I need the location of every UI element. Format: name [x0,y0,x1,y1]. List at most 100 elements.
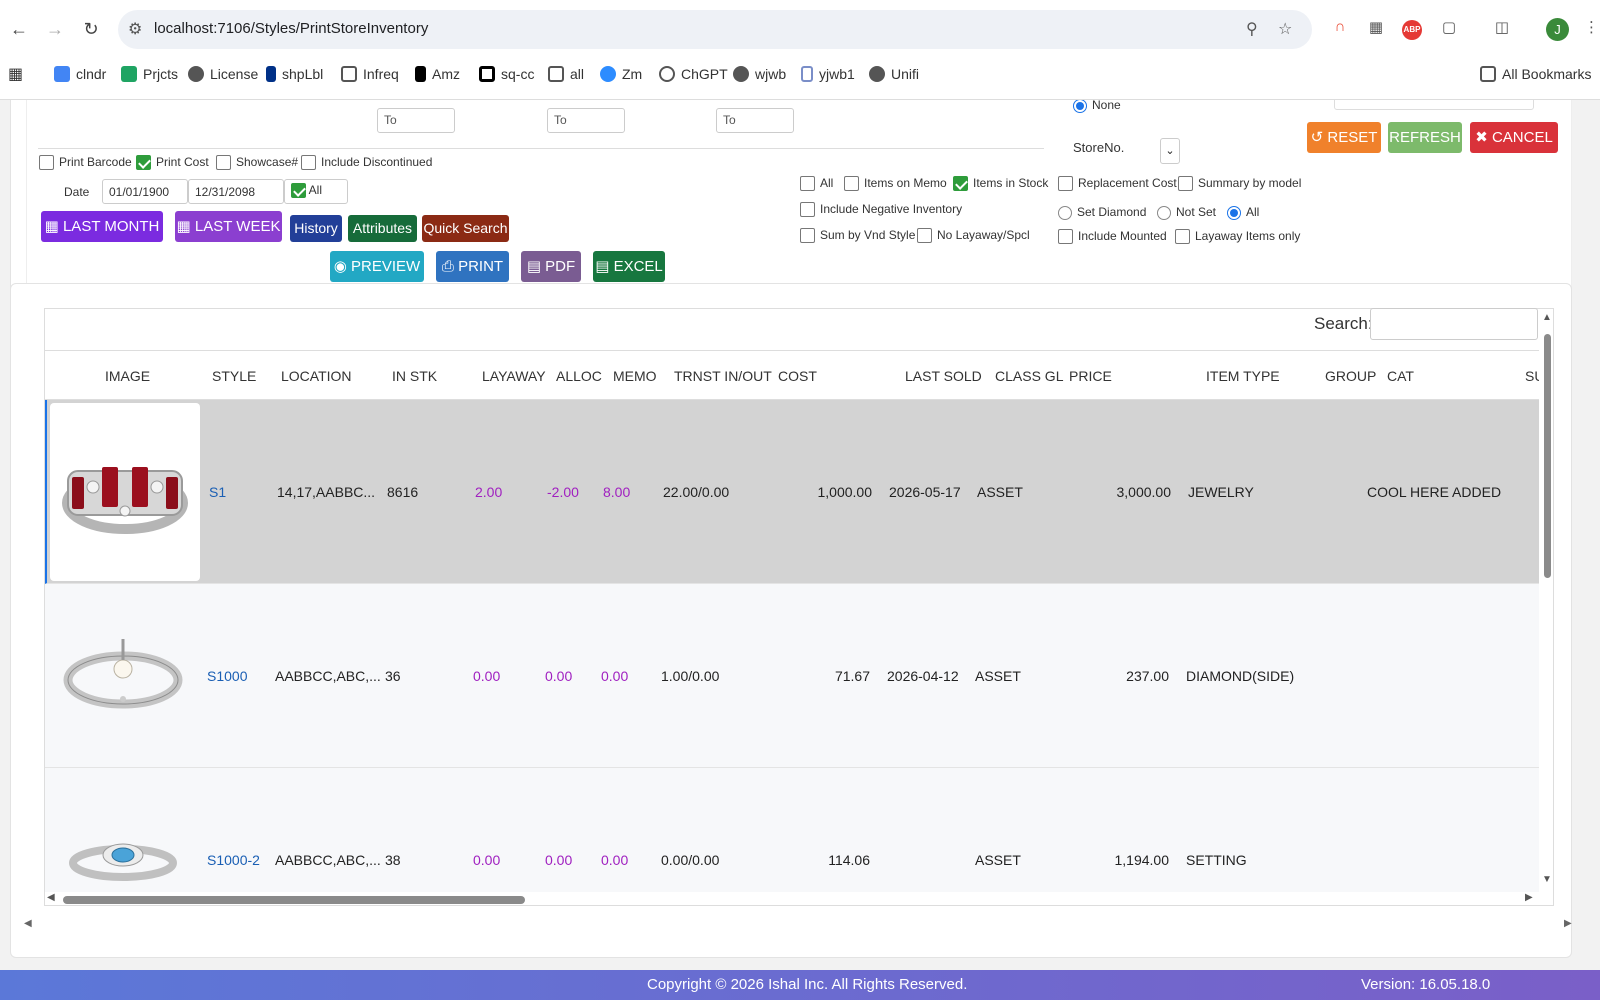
address-bar[interactable]: ⚙ localhost:7106/Styles/PrintStoreInvent… [118,10,1312,49]
bookmark-item[interactable]: sq-cc [479,66,534,82]
history-button[interactable]: History [290,215,342,242]
col-cost[interactable]: COST [778,368,817,384]
set-diamond-radio[interactable] [1058,205,1072,220]
excel-button[interactable]: ▤ EXCEL [593,251,665,282]
site-info-icon[interactable]: ⚙ [128,19,142,39]
page-horizontal-scrollbar[interactable]: ◀ ▶ [24,918,1576,932]
print-cost-checkbox[interactable] [136,155,151,171]
layaway-items-only-option[interactable]: Layaway Items only [1175,229,1300,245]
radio-none[interactable]: None [1073,100,1121,113]
style-link[interactable]: S1000 [207,668,247,684]
pdf-button[interactable]: ▤ PDF [521,251,581,282]
date-from-input[interactable]: 01/01/1900 [102,179,188,204]
set-diamond-option[interactable]: Set Diamond [1058,205,1146,220]
no-layaway-checkbox[interactable] [917,228,932,244]
tab-search-icon[interactable]: ◫ [1491,18,1513,36]
cancel-button[interactable]: ✖ CANCEL [1470,122,1558,153]
not-set-radio[interactable] [1157,205,1171,220]
all-bookmarks[interactable]: All Bookmarks [1480,66,1600,82]
forward-icon[interactable]: → [44,18,66,40]
bookmark-item[interactable]: clndr [54,66,106,82]
last-week-button[interactable]: ▦ LAST WEEK [175,211,282,242]
scroll-left-icon[interactable]: ◀ [47,892,55,903]
summary-by-model-checkbox[interactable] [1178,176,1193,192]
col-trnst[interactable]: TRNST IN/OUT [674,368,772,384]
adblock-icon[interactable]: ABP [1402,20,1422,40]
showcase-option[interactable]: Showcase# [216,155,298,171]
col-style[interactable]: STYLE [212,368,256,384]
bookmark-item[interactable]: License [188,66,258,82]
diamond-all-option[interactable]: All [1227,205,1259,220]
items-in-stock-checkbox[interactable] [953,176,968,192]
col-price[interactable]: PRICE [1069,368,1112,384]
date-to-input[interactable]: 12/31/2098 [188,179,284,204]
col-su[interactable]: SU [1525,368,1539,384]
extensions-puzzle-icon[interactable]: ▢ [1438,18,1460,36]
bookmark-item[interactable]: ChGPT [659,66,728,82]
bookmark-star-icon[interactable]: ☆ [1278,19,1292,39]
showcase-checkbox[interactable] [216,155,231,171]
to-input-1[interactable]: To [377,108,455,133]
browser-menu-icon[interactable]: ⋮ [1584,18,1599,36]
items-in-stock-option[interactable]: Items in Stock [953,176,1048,192]
bookmark-item[interactable]: Infreq [341,66,399,82]
col-alloc[interactable]: ALLOC [556,368,602,384]
include-discontinued-option[interactable]: Include Discontinued [301,155,432,171]
col-layaway[interactable]: LAYAWAY [482,368,546,384]
sum-by-vnd-style-checkbox[interactable] [800,228,815,244]
col-class-gl[interactable]: CLASS GL [995,368,1063,384]
col-last-sold[interactable]: LAST SOLD [905,368,982,384]
reload-icon[interactable]: ↻ [80,18,102,40]
scroll-left-icon[interactable]: ◀ [24,918,32,929]
table-row[interactable]: S1000-2 AABBCC,ABC,... 38 0.00 0.00 0.00… [45,768,1539,892]
include-mounted-option[interactable]: Include Mounted [1058,229,1167,245]
bookmark-item[interactable]: yjwb1 [801,66,855,82]
to-input-3[interactable]: To [716,108,794,133]
scroll-right-icon[interactable]: ▶ [1564,918,1572,929]
last-month-button[interactable]: ▦ LAST MONTH [41,211,163,242]
store-select[interactable]: ⌄ [1160,138,1180,164]
include-discontinued-checkbox[interactable] [301,155,316,171]
not-set-option[interactable]: Not Set [1157,205,1216,220]
print-barcode-option[interactable]: Print Barcode [39,155,132,171]
style-link[interactable]: S1000-2 [207,852,260,868]
diamond-all-radio[interactable] [1227,205,1241,220]
sum-by-vnd-style-option[interactable]: Sum by Vnd Style [800,228,915,244]
radio-none-indicator[interactable] [1073,100,1087,113]
summary-by-model-option[interactable]: Summary by model [1178,176,1301,192]
to-input-2[interactable]: To [547,108,625,133]
reset-button[interactable]: ↺ RESET [1307,122,1381,153]
bookmark-item[interactable]: Amz [415,66,460,82]
print-barcode-checkbox[interactable] [39,155,54,171]
opt-all[interactable]: All [800,176,833,192]
horizontal-scrollbar[interactable]: ◀ ▶ [47,892,1537,906]
qr-code-icon[interactable]: ▦ [1365,18,1387,36]
bookmark-item[interactable]: Unifi [869,66,919,82]
col-cat[interactable]: CAT [1387,368,1414,384]
table-row[interactable]: S1 14,17,AABBC... 8616 2.00 -2.00 8.00 2… [45,400,1539,584]
table-row[interactable]: S1000 AABBCC,ABC,... 36 0.00 0.00 0.00 1… [45,584,1539,768]
layaway-items-only-checkbox[interactable] [1175,229,1190,245]
col-location[interactable]: LOCATION [281,368,352,384]
bookmark-item[interactable]: wjwb [733,66,786,82]
vertical-scrollbar[interactable]: ▲ ▼ [1540,312,1554,892]
style-link[interactable]: S1 [209,484,226,500]
scroll-right-icon[interactable]: ▶ [1525,892,1533,903]
apps-grid-icon[interactable]: ▦ [8,64,23,84]
preview-button[interactable]: ◉ PREVIEW [330,251,424,282]
col-item-type[interactable]: ITEM TYPE [1206,368,1280,384]
col-in-stk[interactable]: IN STK [392,368,437,384]
back-icon[interactable]: ← [8,18,30,40]
date-all-checkbox[interactable] [291,183,306,199]
print-cost-option[interactable]: Print Cost [136,155,209,171]
extension-arc-icon[interactable]: ∩ [1329,18,1351,35]
scroll-down-icon[interactable]: ▼ [1542,874,1552,885]
bookmark-item[interactable]: Zm [600,66,642,82]
attributes-button[interactable]: Attributes [348,215,417,242]
bookmark-item[interactable]: all [548,66,584,82]
search-input[interactable] [1370,308,1538,340]
col-memo[interactable]: MEMO [613,368,657,384]
include-mounted-checkbox[interactable] [1058,229,1073,245]
items-on-memo-option[interactable]: Items on Memo [844,176,947,192]
top-right-input[interactable] [1334,100,1534,110]
